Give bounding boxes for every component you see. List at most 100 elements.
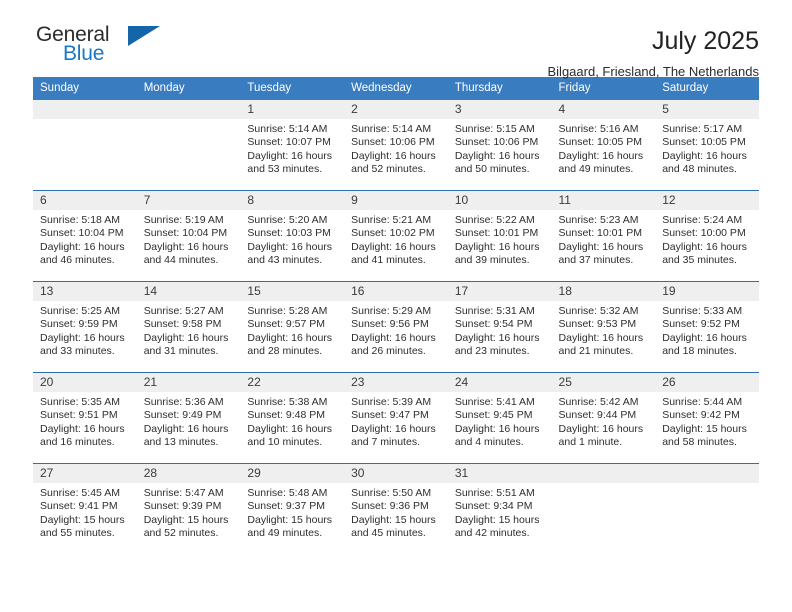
day-astronomy-info: Sunrise: 5:31 AM Sunset: 9:54 PM Daylight:…	[448, 301, 552, 359]
day-number: 10	[447, 191, 552, 210]
calendar-day-cell[interactable]: 15 Sunrise: 5:28 AM Sunset: 9:57 PM Dayligh…	[240, 281, 345, 373]
calendar-day-cell[interactable]: 11 Sunrise: 5:23 AM Sunset: 10:01 PM Daylig…	[551, 190, 656, 282]
sunrise-text: Sunrise: 5:28 AM	[247, 305, 328, 317]
sunset-text: Sunset: 10:00 PM	[662, 227, 746, 240]
day-astronomy-info: Sunrise: 5:18 AM Sunset: 10:04 PM Daylight…	[33, 210, 137, 268]
calendar-day-cell[interactable]: 5 Sunrise: 5:17 AM Sunset: 10:05 PM Dayligh…	[655, 100, 759, 191]
sunrise-text: Sunrise: 5:42 AM	[558, 396, 639, 408]
day-cell-content: 19 Sunrise: 5:33 AM Sunset: 9:52 PM Dayligh…	[655, 282, 759, 372]
calendar-day-cell[interactable]: 22 Sunrise: 5:38 AM Sunset: 9:48 PM Dayligh…	[240, 372, 345, 464]
day-astronomy-info: Sunrise: 5:41 AM Sunset: 9:45 PM Daylight:…	[448, 392, 552, 450]
day-cell-content: 26 Sunrise: 5:44 AM Sunset: 9:42 PM Dayligh…	[655, 373, 759, 463]
day-number: 14	[136, 282, 241, 301]
calendar-body: 1 Sunrise: 5:14 AM Sunset: 10:07 PM Dayligh…	[33, 100, 759, 554]
daylight-text: Daylight: 16 hours and 50 minutes.	[454, 149, 540, 176]
day-cell-content: 15 Sunrise: 5:28 AM Sunset: 9:57 PM Dayligh…	[240, 282, 345, 372]
day-number: 30	[344, 464, 448, 483]
day-astronomy-info: Sunrise: 5:33 AM Sunset: 9:52 PM Daylight:…	[655, 301, 759, 359]
day-cell-content: 22 Sunrise: 5:38 AM Sunset: 9:48 PM Dayligh…	[240, 373, 345, 463]
daylight-text: Daylight: 16 hours and 48 minutes.	[662, 149, 747, 176]
calendar-day-cell[interactable]: 26 Sunrise: 5:44 AM Sunset: 9:42 PM Dayligh…	[655, 372, 759, 464]
day-number	[33, 100, 137, 119]
sunrise-text: Sunrise: 5:39 AM	[351, 396, 432, 408]
calendar-day-cell[interactable]: 27 Sunrise: 5:45 AM Sunset: 9:41 PM Dayligh…	[33, 463, 137, 554]
daylight-text: Daylight: 16 hours and 52 minutes.	[351, 149, 436, 176]
sunrise-text: Sunrise: 5:21 AM	[351, 214, 432, 226]
sunset-text: Sunset: 10:02 PM	[351, 227, 435, 240]
calendar-day-cell[interactable]: 31 Sunrise: 5:51 AM Sunset: 9:34 PM Dayligh…	[447, 463, 552, 554]
daylight-text: Daylight: 16 hours and 10 minutes.	[247, 422, 333, 449]
day-astronomy-info: Sunrise: 5:25 AM Sunset: 9:59 PM Daylight:…	[33, 301, 137, 359]
day-number: 12	[655, 191, 759, 210]
day-astronomy-info: Sunrise: 5:38 AM Sunset: 9:48 PM Daylight:…	[240, 392, 344, 450]
sunrise-text: Sunrise: 5:19 AM	[143, 214, 224, 226]
sunrise-text: Sunrise: 5:31 AM	[454, 305, 535, 317]
calendar-day-cell[interactable]: 25 Sunrise: 5:42 AM Sunset: 9:44 PM Dayligh…	[551, 372, 656, 464]
daylight-text: Daylight: 16 hours and 4 minutes.	[454, 422, 540, 449]
daylight-text: Daylight: 15 hours and 55 minutes.	[40, 513, 125, 540]
calendar-day-cell[interactable]: 7 Sunrise: 5:19 AM Sunset: 10:04 PM Dayligh…	[136, 190, 241, 282]
daylight-text: Daylight: 16 hours and 44 minutes.	[143, 240, 229, 267]
sunrise-text: Sunrise: 5:23 AM	[558, 214, 639, 226]
sunrise-text: Sunrise: 5:20 AM	[247, 214, 328, 226]
sunset-text: Sunset: 9:45 PM	[454, 409, 533, 422]
sunrise-text: Sunrise: 5:24 AM	[662, 214, 743, 226]
sunset-text: Sunset: 10:01 PM	[558, 227, 642, 240]
calendar-day-cell[interactable]: 9 Sunrise: 5:21 AM Sunset: 10:02 PM Dayligh…	[344, 190, 448, 282]
calendar-day-cell[interactable]: 6 Sunrise: 5:18 AM Sunset: 10:04 PM Dayligh…	[33, 190, 137, 282]
calendar-day-cell[interactable]: 21 Sunrise: 5:36 AM Sunset: 9:49 PM Dayligh…	[136, 372, 241, 464]
calendar-day-cell[interactable]: 19 Sunrise: 5:33 AM Sunset: 9:52 PM Dayligh…	[655, 281, 759, 373]
day-astronomy-info: Sunrise: 5:21 AM Sunset: 10:02 PM Daylight…	[344, 210, 448, 268]
sunset-text: Sunset: 9:44 PM	[558, 409, 637, 422]
calendar-day-cell[interactable]: 28 Sunrise: 5:47 AM Sunset: 9:39 PM Dayligh…	[136, 463, 241, 554]
day-cell-content	[33, 100, 137, 190]
calendar-day-cell[interactable]: 4 Sunrise: 5:16 AM Sunset: 10:05 PM Dayligh…	[551, 100, 656, 191]
daylight-text: Daylight: 16 hours and 18 minutes.	[662, 331, 747, 358]
calendar-day-cell[interactable]: 3 Sunrise: 5:15 AM Sunset: 10:06 PM Dayligh…	[447, 100, 552, 191]
calendar-day-cell[interactable]: 17 Sunrise: 5:31 AM Sunset: 9:54 PM Dayligh…	[447, 281, 552, 373]
calendar-day-cell[interactable]: 30 Sunrise: 5:50 AM Sunset: 9:36 PM Dayligh…	[344, 463, 448, 554]
day-astronomy-info: Sunrise: 5:48 AM Sunset: 9:37 PM Daylight:…	[240, 483, 344, 541]
calendar-day-cell[interactable]: 13 Sunrise: 5:25 AM Sunset: 9:59 PM Dayligh…	[33, 281, 137, 373]
sunset-text: Sunset: 10:06 PM	[351, 136, 435, 149]
calendar-day-cell[interactable]: 20 Sunrise: 5:35 AM Sunset: 9:51 PM Dayligh…	[33, 372, 137, 464]
day-astronomy-info: Sunrise: 5:16 AM Sunset: 10:05 PM Daylight…	[552, 119, 656, 177]
sunrise-text: Sunrise: 5:27 AM	[143, 305, 224, 317]
title-block: July 2025 Bilgaard, Friesland, The Nethe…	[183, 24, 760, 82]
calendar-day-cell[interactable]: 23 Sunrise: 5:39 AM Sunset: 9:47 PM Dayligh…	[344, 372, 448, 464]
day-number: 24	[447, 373, 552, 392]
sunrise-sunset-calendar: Sunday Monday Tuesday Wednesday Thursday…	[33, 77, 759, 554]
day-astronomy-info: Sunrise: 5:14 AM Sunset: 10:06 PM Daylight…	[344, 119, 448, 177]
calendar-day-cell[interactable]: 29 Sunrise: 5:48 AM Sunset: 9:37 PM Dayligh…	[240, 463, 345, 554]
weekday-header-sunday: Sunday	[33, 77, 137, 100]
daylight-text: Daylight: 16 hours and 21 minutes.	[558, 331, 644, 358]
calendar-day-cell[interactable]: 14 Sunrise: 5:27 AM Sunset: 9:58 PM Dayligh…	[136, 281, 241, 373]
day-number: 16	[344, 282, 448, 301]
day-number: 11	[551, 191, 656, 210]
day-astronomy-info: Sunrise: 5:39 AM Sunset: 9:47 PM Daylight:…	[344, 392, 448, 450]
sunrise-text: Sunrise: 5:47 AM	[143, 487, 224, 499]
calendar-day-cell[interactable]: 1 Sunrise: 5:14 AM Sunset: 10:07 PM Dayligh…	[240, 100, 345, 191]
calendar-day-cell[interactable]: 10 Sunrise: 5:22 AM Sunset: 10:01 PM Daylig…	[447, 190, 552, 282]
day-cell-content	[551, 464, 656, 554]
day-cell-content: 6 Sunrise: 5:18 AM Sunset: 10:04 PM Dayligh…	[33, 191, 137, 281]
sunset-text: Sunset: 9:49 PM	[143, 409, 222, 422]
calendar-day-cell[interactable]: 12 Sunrise: 5:24 AM Sunset: 10:00 PM Daylig…	[655, 190, 759, 282]
calendar-week-row: 1 Sunrise: 5:14 AM Sunset: 10:07 PM Dayligh…	[33, 100, 759, 191]
daylight-text: Daylight: 16 hours and 37 minutes.	[558, 240, 644, 267]
sunrise-text: Sunrise: 5:48 AM	[247, 487, 328, 499]
sunset-text: Sunset: 10:04 PM	[143, 227, 228, 240]
day-cell-content: 5 Sunrise: 5:17 AM Sunset: 10:05 PM Dayligh…	[655, 100, 759, 190]
day-number: 28	[136, 464, 241, 483]
sunrise-text: Sunrise: 5:15 AM	[454, 123, 535, 135]
calendar-day-cell[interactable]: 18 Sunrise: 5:32 AM Sunset: 9:53 PM Dayligh…	[551, 281, 656, 373]
day-astronomy-info: Sunrise: 5:36 AM Sunset: 9:49 PM Daylight:…	[137, 392, 241, 450]
calendar-day-cell[interactable]: 8 Sunrise: 5:20 AM Sunset: 10:03 PM Dayligh…	[240, 190, 345, 282]
day-number: 13	[33, 282, 137, 301]
day-number: 2	[344, 100, 448, 119]
daylight-text: Daylight: 16 hours and 43 minutes.	[247, 240, 333, 267]
calendar-day-cell[interactable]: 16 Sunrise: 5:29 AM Sunset: 9:56 PM Dayligh…	[344, 281, 448, 373]
calendar-day-cell[interactable]: 24 Sunrise: 5:41 AM Sunset: 9:45 PM Dayligh…	[447, 372, 552, 464]
general-blue-logo[interactable]: General Blue	[33, 24, 183, 72]
calendar-day-cell[interactable]: 2 Sunrise: 5:14 AM Sunset: 10:06 PM Dayligh…	[344, 100, 448, 191]
